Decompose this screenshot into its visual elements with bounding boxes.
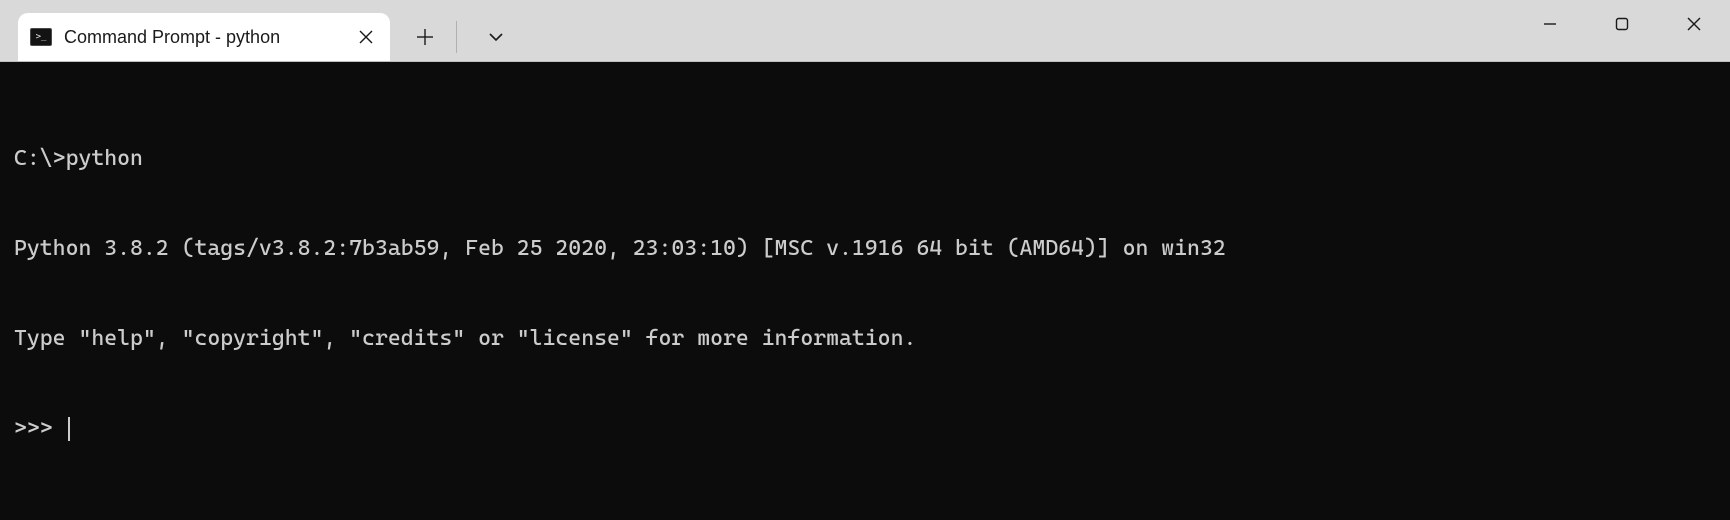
tab-strip: >_ Command Prompt - python <box>0 0 523 61</box>
terminal-line: C:\>python <box>14 144 1716 174</box>
maximize-icon <box>1615 17 1629 31</box>
minimize-button[interactable] <box>1514 0 1586 48</box>
tab-active[interactable]: >_ Command Prompt - python <box>18 13 390 61</box>
plus-icon <box>416 28 434 46</box>
tab-dropdown-button[interactable] <box>469 14 523 60</box>
close-icon <box>1686 16 1702 32</box>
terminal-prompt-row: >>> <box>14 414 1716 444</box>
chevron-down-icon <box>488 32 504 42</box>
terminal-icon: >_ <box>30 28 52 46</box>
new-tab-button[interactable] <box>398 14 452 60</box>
window-caption-buttons <box>1514 0 1730 48</box>
minimize-icon <box>1543 17 1557 31</box>
titlebar: >_ Command Prompt - python <box>0 0 1730 62</box>
terminal-prompt: >>> <box>14 414 66 444</box>
maximize-button[interactable] <box>1586 0 1658 48</box>
terminal-line: Type "help", "copyright", "credits" or "… <box>14 324 1716 354</box>
close-icon <box>359 30 373 44</box>
terminal-viewport[interactable]: C:\>python Python 3.8.2 (tags/v3.8.2:7b3… <box>0 62 1730 520</box>
text-cursor <box>68 417 70 441</box>
divider <box>456 21 457 53</box>
tab-title: Command Prompt - python <box>64 27 350 48</box>
tab-close-button[interactable] <box>350 21 382 53</box>
window-close-button[interactable] <box>1658 0 1730 48</box>
terminal-line: Python 3.8.2 (tags/v3.8.2:7b3ab59, Feb 2… <box>14 234 1716 264</box>
